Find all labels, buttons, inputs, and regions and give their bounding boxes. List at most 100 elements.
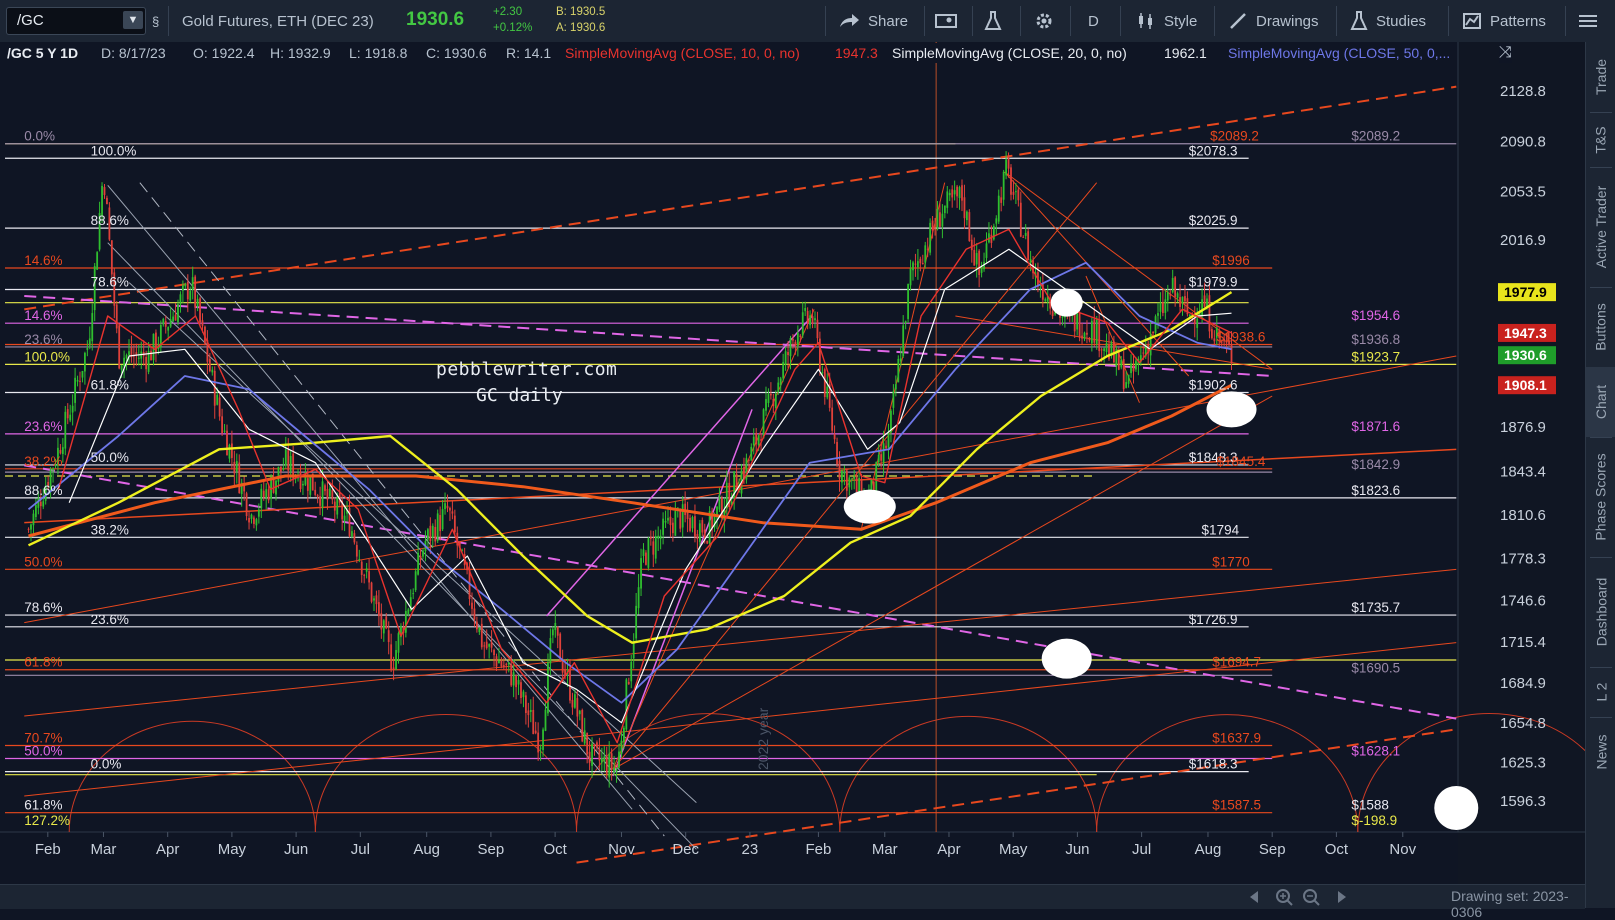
fib-level-label: $2025.9 <box>1189 213 1238 228</box>
candle-body <box>368 571 370 583</box>
candle-body <box>894 384 897 390</box>
tab-time-and-sales[interactable]: T&S <box>1586 112 1615 167</box>
candle-body <box>34 505 37 518</box>
candle-body <box>505 663 508 666</box>
candle-body <box>875 461 878 493</box>
candle-body <box>336 496 339 515</box>
candle-body <box>363 574 366 576</box>
link-icon[interactable]: § <box>152 0 159 42</box>
x-axis-tick-label: Aug <box>413 841 440 858</box>
tab-news[interactable]: News <box>1586 717 1615 787</box>
candle-body <box>471 602 473 609</box>
candle-body <box>324 485 326 492</box>
highlight-ellipse <box>1050 288 1083 317</box>
candle-body <box>223 430 226 432</box>
menu-button[interactable] <box>1578 0 1598 42</box>
candle-body <box>490 642 493 648</box>
candle-body <box>382 620 385 634</box>
candle-body <box>799 335 802 337</box>
drawings-button[interactable]: Drawings <box>1228 0 1319 42</box>
legend-sma10-label: SimpleMovingAvg (CLOSE, 10, 0, no) <box>565 43 800 63</box>
candle-body <box>436 513 439 541</box>
studies-button[interactable]: Studies <box>1350 0 1426 42</box>
x-axis-tick-label: Mar <box>872 841 898 858</box>
tab-phase-scores[interactable]: Phase Scores <box>1586 437 1615 557</box>
fib-level-label: 50.0% <box>24 554 62 569</box>
candle-body <box>679 509 682 529</box>
candle-body <box>943 205 946 214</box>
x-axis-tick-label: Oct <box>543 841 567 858</box>
watermark-site: pebblewriter.com <box>436 359 618 380</box>
tab-chart[interactable]: Chart <box>1586 367 1615 437</box>
candle-body <box>647 538 650 568</box>
scroll-right-icon <box>1338 891 1346 903</box>
candle-body <box>375 595 378 605</box>
candle-body <box>230 443 233 458</box>
fib-level-label: $1842.9 <box>1351 457 1400 472</box>
fib-level-label: 50.0% <box>24 744 62 759</box>
interval-label: D <box>1088 12 1099 30</box>
candle-body <box>309 477 312 495</box>
candle-body <box>404 610 407 633</box>
candle-body <box>451 511 454 514</box>
candle-body <box>542 729 544 750</box>
candle-body <box>850 479 853 481</box>
x-axis-tick-label: Nov <box>608 841 635 858</box>
screenshot-button[interactable] <box>935 0 957 42</box>
candle-body <box>365 568 368 572</box>
tab-dashboard[interactable]: Dashboard <box>1586 557 1615 667</box>
tab-level-2[interactable]: L 2 <box>1586 667 1615 717</box>
share-label: Share <box>868 12 909 30</box>
candle-body <box>444 503 446 510</box>
chevron-down-icon[interactable]: ▼ <box>123 11 143 29</box>
candle-body <box>689 517 691 531</box>
candle-body <box>838 460 841 479</box>
tab-trade[interactable]: Trade <box>1586 42 1615 112</box>
candle-body <box>909 268 912 286</box>
fib-level-label: $1637.9 <box>1212 730 1261 745</box>
candle-body <box>755 432 758 444</box>
tab-active-trader[interactable]: Active Trader <box>1586 167 1615 287</box>
share-button[interactable]: Share <box>838 0 908 42</box>
candle-body <box>1230 344 1233 363</box>
candle-body <box>373 598 375 601</box>
symbol-input[interactable]: /GC ▼ <box>6 7 146 35</box>
settings-button[interactable] <box>1034 0 1054 42</box>
candle-body <box>328 488 331 497</box>
price-chart[interactable]: 0.0% 100.0% 88.6% 14.6% 78.6% 14.6% 23.6% 100.0… <box>0 42 1585 884</box>
candle-body <box>1090 320 1093 344</box>
candle-body <box>1193 318 1196 325</box>
candle-body <box>556 626 559 636</box>
gear-icon <box>1036 13 1052 29</box>
patterns-button[interactable]: Patterns <box>1462 0 1546 42</box>
candle-body <box>351 531 353 537</box>
candle-body <box>211 369 214 373</box>
fib-level-label: $-198.9 <box>1351 813 1397 828</box>
interval-button[interactable]: D <box>1088 0 1099 42</box>
candle-body <box>360 561 363 575</box>
candle-body <box>534 730 537 734</box>
candle-body <box>1027 231 1030 260</box>
candle-body <box>946 191 949 208</box>
candle-body <box>598 749 601 761</box>
candle-body <box>747 459 750 461</box>
candle-body <box>1157 313 1159 316</box>
candle-body <box>1078 313 1081 338</box>
candle-body <box>174 314 177 321</box>
candle-body <box>255 519 258 526</box>
y-axis-tick-label: 1778.3 <box>1500 550 1546 567</box>
flask-button[interactable] <box>984 0 1002 42</box>
candle-body <box>355 545 358 557</box>
year-marker: 2022 year <box>755 707 771 770</box>
candle-body <box>703 529 706 539</box>
candle-body <box>88 338 91 346</box>
style-button[interactable]: Style <box>1136 0 1197 42</box>
candle-body <box>951 189 954 198</box>
candle-body <box>941 213 944 227</box>
candle-body <box>696 534 699 540</box>
candle-body <box>439 515 442 532</box>
fib-level-label: $1628.1 <box>1351 744 1400 759</box>
tab-buttons[interactable]: Buttons <box>1586 287 1615 367</box>
collapse-icon[interactable]: ⤨ <box>1499 43 1512 63</box>
candle-body <box>387 630 390 643</box>
